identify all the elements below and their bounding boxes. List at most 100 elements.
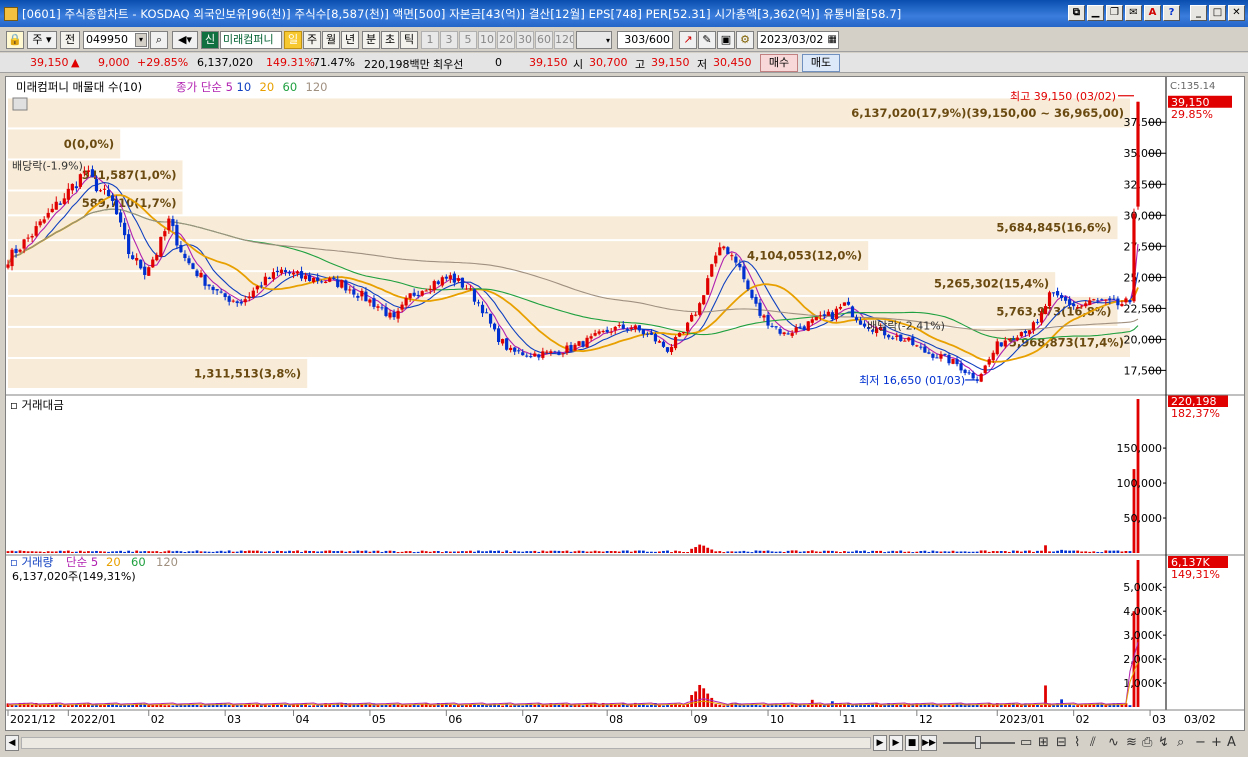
zoom-slider-handle[interactable]	[975, 736, 981, 749]
chevron-down-icon[interactable]: ▾	[135, 33, 147, 47]
split-icon[interactable]: ⊞	[1038, 735, 1049, 751]
zoom-in-icon[interactable]: +	[1211, 735, 1222, 751]
volume-bar	[541, 550, 545, 553]
volume-bar	[280, 704, 283, 707]
calendar-icon[interactable]: ▦	[828, 32, 837, 48]
candle-body	[348, 289, 352, 291]
tile-icon[interactable]: ⧉	[1068, 5, 1085, 21]
screen-icon[interactable]: ▭	[1020, 735, 1032, 751]
date-input[interactable]: 2023/03/02 ▦	[757, 31, 839, 49]
print-icon[interactable]: ⎙	[1142, 735, 1152, 751]
volume-bar	[191, 551, 195, 553]
horizontal-scrollbar[interactable]	[21, 737, 871, 749]
volume-bar	[147, 551, 151, 553]
volume-bar	[284, 704, 287, 707]
period-month[interactable]: 월	[322, 31, 340, 49]
line-chart-icon[interactable]: ⌇	[1074, 735, 1080, 751]
volume-bar	[497, 550, 501, 553]
search-icon[interactable]: ⌕	[150, 31, 168, 49]
lock-icon[interactable]: 🔒	[6, 31, 24, 49]
volume-bar	[686, 552, 690, 554]
volume-bar	[444, 551, 448, 553]
candle-body	[565, 345, 569, 353]
period-week[interactable]: 주	[303, 31, 321, 49]
market-select[interactable]: 주 ▾	[27, 31, 57, 49]
volume-bar	[199, 705, 203, 707]
interval-1[interactable]: 1	[421, 31, 439, 49]
candle-body	[299, 271, 304, 279]
fast-forward-icon[interactable]: ▶▶	[921, 735, 937, 751]
buy-button[interactable]: 매수	[760, 54, 798, 72]
turnover-ratio: 71.47%	[313, 56, 355, 69]
chart-svg[interactable]: 1,311,513(3,8%) 5,968,873(17,4%) 5,763,973…	[6, 77, 1244, 730]
close-button[interactable]: ✕	[1228, 5, 1245, 21]
interval-3[interactable]: 3	[440, 31, 458, 49]
draw-tools-icon[interactable]: ✎	[698, 31, 716, 49]
interval-30[interactable]: 30	[516, 31, 534, 49]
count-input[interactable]: 303/600	[617, 31, 673, 49]
scroll-right-icon[interactable]: ▶	[873, 735, 887, 751]
volume-bar	[662, 705, 665, 707]
sell-button[interactable]: 매도	[802, 54, 840, 72]
font-icon[interactable]: A	[1144, 5, 1161, 21]
interval-input[interactable]: ▾	[576, 31, 612, 49]
interval-5[interactable]: 5	[459, 31, 477, 49]
save-icon[interactable]: ▣	[717, 31, 735, 49]
chart-area[interactable]: 1,311,513(3,8%) 5,968,873(17,4%) 5,763,973…	[5, 76, 1245, 731]
interval-120[interactable]: 120	[554, 31, 574, 49]
candle-body	[492, 323, 497, 330]
zoom-out-icon[interactable]: −	[1195, 735, 1206, 751]
candle-body	[191, 263, 195, 269]
interval-10[interactable]: 10	[478, 31, 496, 49]
mail-icon[interactable]: ✉	[1125, 5, 1142, 21]
candle-body	[263, 276, 267, 286]
compare-icon[interactable]: ⫽	[1090, 735, 1096, 751]
chart-type-icon[interactable]: ↯	[1158, 735, 1169, 751]
stock-code-value: 049950	[86, 33, 128, 46]
volume-bar	[99, 551, 102, 553]
font-size-icon[interactable]: A	[1227, 735, 1236, 751]
interval-60[interactable]: 60	[535, 31, 553, 49]
minimize-button[interactable]: _	[1190, 5, 1207, 21]
candle-body	[706, 278, 710, 295]
stock-code-input[interactable]: 049950 ▾	[83, 31, 149, 49]
period-tick[interactable]: 틱	[400, 31, 418, 49]
prev-button[interactable]: 전	[60, 31, 80, 49]
period-year[interactable]: 년	[341, 31, 359, 49]
speaker-icon[interactable]: ◀▾	[172, 31, 198, 49]
layout-icon[interactable]: ⊟	[1056, 735, 1067, 751]
candle-body	[392, 312, 396, 318]
candle-body	[887, 334, 891, 338]
period-second[interactable]: 초	[381, 31, 399, 49]
price-tick-label: 25,000	[1124, 271, 1163, 284]
period-day[interactable]: 일	[284, 31, 302, 49]
zoom-icon[interactable]: ⌕	[1177, 735, 1184, 751]
candle-body	[1068, 299, 1072, 305]
stop-icon[interactable]: ■	[905, 735, 919, 751]
candle-body	[653, 334, 658, 342]
scroll-left-icon[interactable]: ◀	[5, 735, 19, 751]
cascade-icon[interactable]: ❐	[1106, 5, 1123, 21]
volume-bar	[151, 551, 155, 553]
overlay-icon[interactable]: ≋	[1126, 735, 1137, 751]
indicator-icon[interactable]: ∿	[1108, 735, 1119, 751]
candle-body	[114, 200, 119, 215]
interval-20[interactable]: 20	[497, 31, 515, 49]
minimize-all-icon[interactable]: ▁	[1087, 5, 1104, 21]
trend-up-icon[interactable]: ↗	[679, 31, 697, 49]
candle-body	[935, 357, 939, 359]
volume-bar	[356, 550, 360, 553]
play-icon[interactable]: ▶	[889, 735, 903, 751]
help-icon[interactable]: ?	[1163, 5, 1180, 21]
volume-bar	[698, 544, 702, 553]
maximize-button[interactable]: □	[1209, 5, 1226, 21]
period-minute[interactable]: 분	[362, 31, 380, 49]
candle-body	[94, 179, 99, 192]
settings-icon[interactable]: ⚙	[736, 31, 754, 49]
axis-tick-label: 5,000K	[1123, 581, 1162, 594]
x-tick-label: 02	[151, 713, 165, 726]
chevron-down-icon[interactable]: ▾	[606, 33, 610, 48]
candle-body	[641, 329, 645, 335]
candle-body	[967, 372, 971, 374]
volume-bar	[38, 551, 42, 553]
